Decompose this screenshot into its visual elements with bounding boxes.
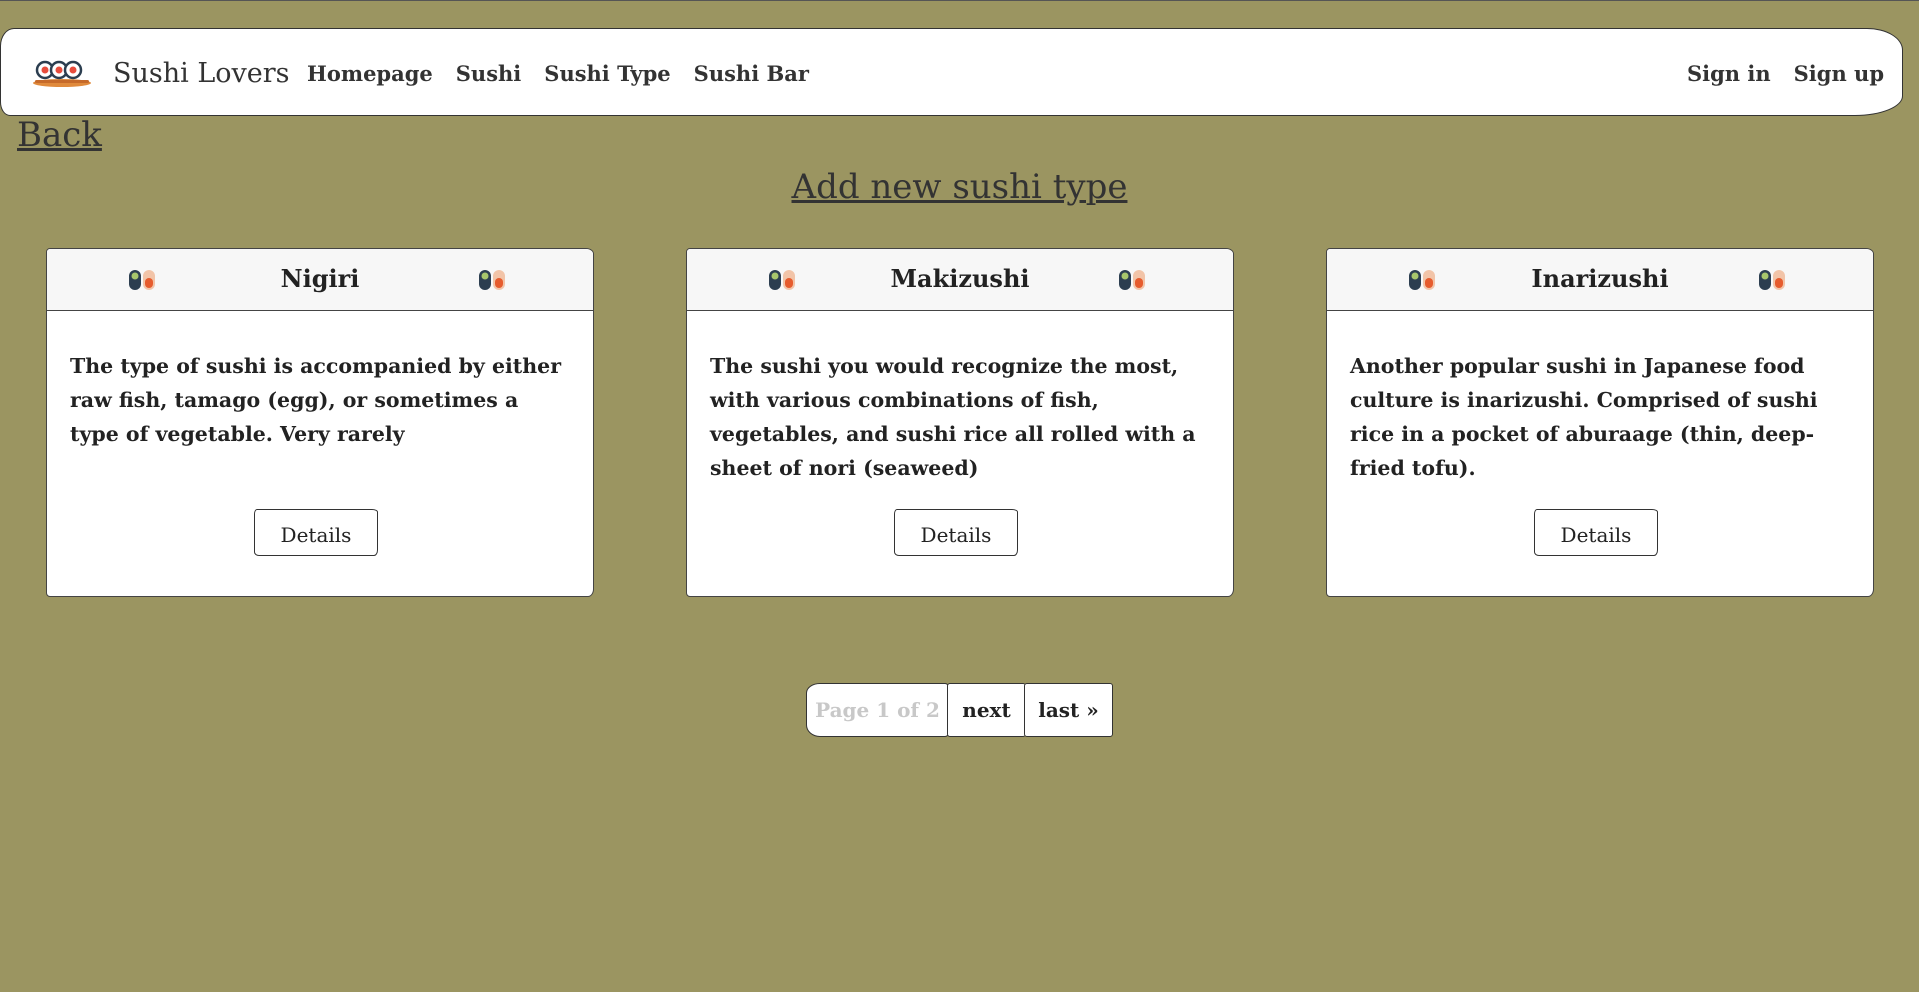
next-page-button[interactable]: next [947, 683, 1026, 737]
details-button[interactable]: Details [894, 509, 1018, 556]
sushi-rolls-icon [1759, 270, 1785, 290]
card-title: Makizushi [890, 264, 1030, 293]
card-header: Nigiri [47, 249, 593, 311]
sushi-rolls-icon [479, 270, 505, 290]
sign-up-link[interactable]: Sign up [1794, 61, 1884, 86]
card-description: Another popular sushi in Japanese food c… [1350, 354, 1818, 480]
brand-name: Sushi Lovers [113, 57, 290, 89]
details-button[interactable]: Details [254, 509, 378, 556]
sushi-type-card: Nigiri The type of sushi is accompanied … [46, 248, 594, 597]
sushi-type-card: Inarizushi Another popular sushi in Japa… [1326, 248, 1874, 597]
card-description: The type of sushi is accompanied by eith… [70, 354, 562, 446]
back-link[interactable]: Back [17, 115, 102, 155]
nav-link-sushi-bar[interactable]: Sushi Bar [694, 61, 809, 86]
nav-link-homepage[interactable]: Homepage [307, 61, 433, 86]
sushi-rolls-icon [1119, 270, 1145, 290]
details-button[interactable]: Details [1534, 509, 1658, 556]
add-sushi-type-row: Add new sushi type [0, 167, 1919, 207]
page-indicator: Page 1 of 2 [806, 683, 949, 737]
card-header: Inarizushi [1327, 249, 1873, 311]
sign-in-link[interactable]: Sign in [1687, 61, 1771, 86]
brand-link[interactable]: Sushi Lovers [31, 49, 290, 97]
nav-link-sushi[interactable]: Sushi [456, 61, 522, 86]
auth-links: Sign in Sign up [1664, 29, 1884, 117]
pagination: Page 1 of 2 next last » [806, 683, 1113, 737]
card-header: Makizushi [687, 249, 1233, 311]
sushi-type-cards: Nigiri The type of sushi is accompanied … [46, 248, 1876, 598]
last-page-button[interactable]: last » [1024, 683, 1113, 737]
sushi-type-card: Makizushi The sushi you would recognize … [686, 248, 1234, 597]
nav-links: Homepage Sushi Sushi Type Sushi Bar [307, 29, 832, 117]
card-title: Inarizushi [1531, 264, 1669, 293]
card-title: Nigiri [280, 264, 360, 293]
card-description: The sushi you would recognize the most, … [710, 354, 1196, 480]
nav-link-sushi-type[interactable]: Sushi Type [544, 61, 670, 86]
sushi-platter-icon [33, 60, 91, 87]
navbar: Sushi Lovers Homepage Sushi Sushi Type S… [0, 28, 1903, 116]
add-sushi-type-link[interactable]: Add new sushi type [792, 167, 1128, 207]
